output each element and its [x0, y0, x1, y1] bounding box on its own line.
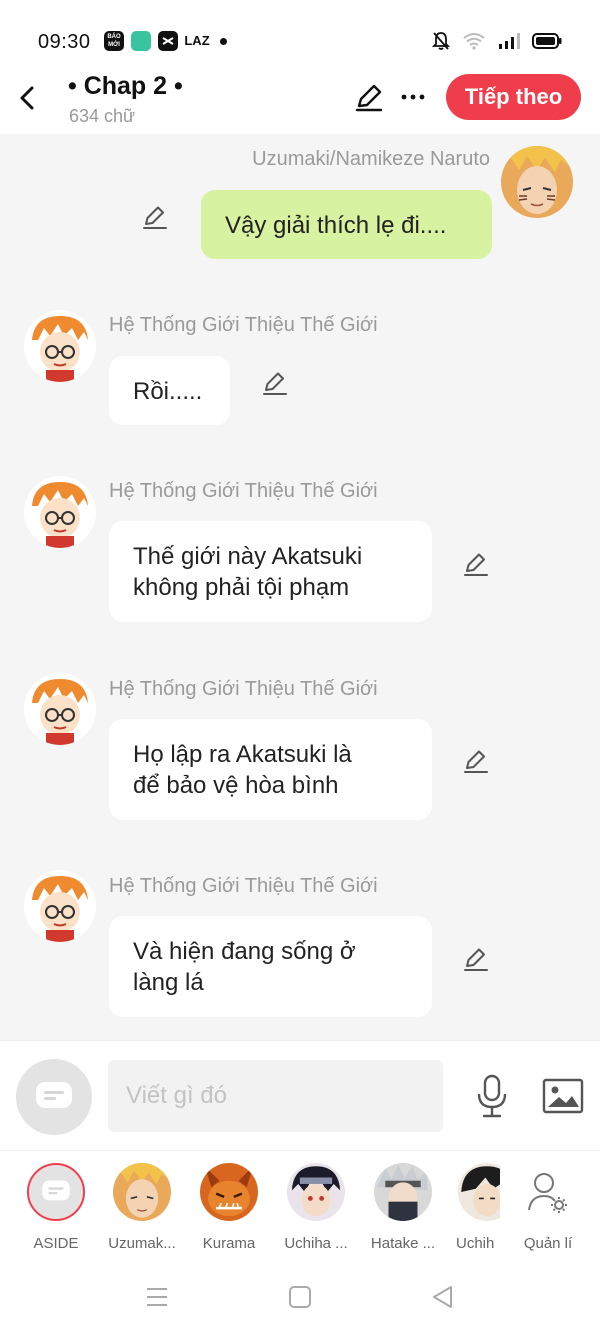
lazada-app-icon: LAZ — [184, 33, 210, 48]
message-sender: Uzumaki/Namikeze Naruto — [252, 148, 490, 170]
message-sender: Hệ Thống Giới Thiệu Thế Giới — [109, 678, 378, 700]
menu-nav-button[interactable] — [142, 1282, 172, 1312]
signal-icon — [499, 33, 520, 49]
manage-user-icon — [519, 1163, 577, 1221]
edit-message-icon[interactable] — [261, 368, 289, 396]
composer-bar — [0, 1040, 600, 1150]
notification-dot-icon — [220, 37, 227, 45]
message-bubble[interactable]: Thế giới này Akatsuki không phải tội phạ… — [109, 521, 432, 622]
capcut-app-icon — [158, 31, 178, 51]
character-hatake[interactable]: Hatake ... — [363, 1163, 443, 1252]
aside-icon — [27, 1163, 85, 1221]
kurama-avatar — [200, 1163, 258, 1221]
character-label: Kurama — [202, 1235, 256, 1252]
battery-icon — [532, 33, 562, 49]
system-avatar[interactable] — [24, 673, 96, 745]
character-label: Uchiha ... — [284, 1235, 348, 1252]
message-bubble[interactable]: Rồi..... — [109, 356, 230, 425]
chat-area[interactable]: Uzumaki/Namikeze Naruto Vậy giải thích l… — [0, 134, 600, 1040]
bell-muted-icon — [432, 32, 450, 50]
app-icon — [131, 31, 151, 51]
character-kurama[interactable]: Kurama — [189, 1163, 269, 1252]
message-bubble[interactable]: Họ lập ra Akatsuki là để bảo vệ hòa bình — [109, 719, 432, 820]
character-naruto[interactable]: Uzumak... — [102, 1163, 182, 1252]
character-uchiha-1[interactable]: Uchiha ... — [276, 1163, 356, 1252]
message-input[interactable] — [108, 1060, 443, 1132]
baomoi-app-icon: BÁO MỚI — [104, 31, 124, 51]
next-chapter-button[interactable]: Tiếp theo — [446, 74, 581, 120]
chapter-title: • Chap 2 • — [68, 72, 183, 100]
aside-toggle-button[interactable] — [16, 1059, 92, 1135]
manage-characters-button[interactable]: Quản lí — [508, 1163, 588, 1252]
character-selector: ASIDE Uzumak... Kurama Uchiha ... Hatake… — [0, 1150, 600, 1262]
status-bar: 09:30 BÁO MỚI LAZ — [0, 0, 600, 72]
edit-message-icon[interactable] — [462, 746, 490, 774]
word-count: 634 chữ — [69, 106, 136, 126]
system-avatar[interactable] — [24, 870, 96, 942]
chapter-header: • Chap 2 • 634 chữ Tiếp theo — [0, 72, 600, 134]
hatake-avatar — [374, 1163, 432, 1221]
edit-message-icon[interactable] — [462, 944, 490, 972]
edit-message-icon[interactable] — [462, 549, 490, 577]
message-bubble[interactable]: Và hiện đang sống ở làng lá — [109, 916, 432, 1017]
character-label: Quản lí — [523, 1235, 573, 1252]
image-upload-button[interactable] — [542, 1077, 584, 1115]
status-time: 09:30 — [38, 31, 91, 53]
character-label: Uchih — [456, 1235, 495, 1252]
message-sender: Hệ Thống Giới Thiệu Thế Giới — [109, 875, 378, 897]
character-label: Hatake ... — [370, 1235, 436, 1252]
more-options-button[interactable] — [400, 82, 426, 112]
status-right-icons — [432, 31, 562, 51]
aside-chat-icon — [36, 1082, 72, 1108]
wifi-icon — [463, 33, 485, 50]
character-label: ASIDE — [33, 1235, 79, 1252]
uchiha-avatar — [287, 1163, 345, 1221]
system-avatar[interactable] — [24, 476, 96, 548]
status-app-icons: BÁO MỚI LAZ — [104, 31, 227, 51]
back-nav-button[interactable] — [428, 1282, 458, 1312]
character-uchiha-2[interactable]: Uchih — [440, 1163, 500, 1252]
edit-message-icon[interactable] — [141, 202, 169, 230]
back-button[interactable] — [14, 80, 44, 116]
uchiha-avatar — [458, 1163, 500, 1221]
naruto-avatar — [113, 1163, 171, 1221]
message-bubble[interactable]: Vậy giải thích lẹ đi.... — [201, 190, 492, 259]
message-sender: Hệ Thống Giới Thiệu Thế Giới — [109, 314, 378, 336]
character-aside[interactable]: ASIDE — [16, 1163, 96, 1252]
naruto-avatar[interactable] — [501, 146, 573, 218]
edit-chapter-button[interactable] — [354, 82, 384, 112]
microphone-button[interactable] — [474, 1073, 510, 1119]
message-sender: Hệ Thống Giới Thiệu Thế Giới — [109, 480, 378, 502]
system-nav-bar — [0, 1262, 600, 1333]
system-avatar[interactable] — [24, 310, 96, 382]
character-label: Uzumak... — [108, 1235, 176, 1252]
home-nav-button[interactable] — [285, 1282, 315, 1312]
